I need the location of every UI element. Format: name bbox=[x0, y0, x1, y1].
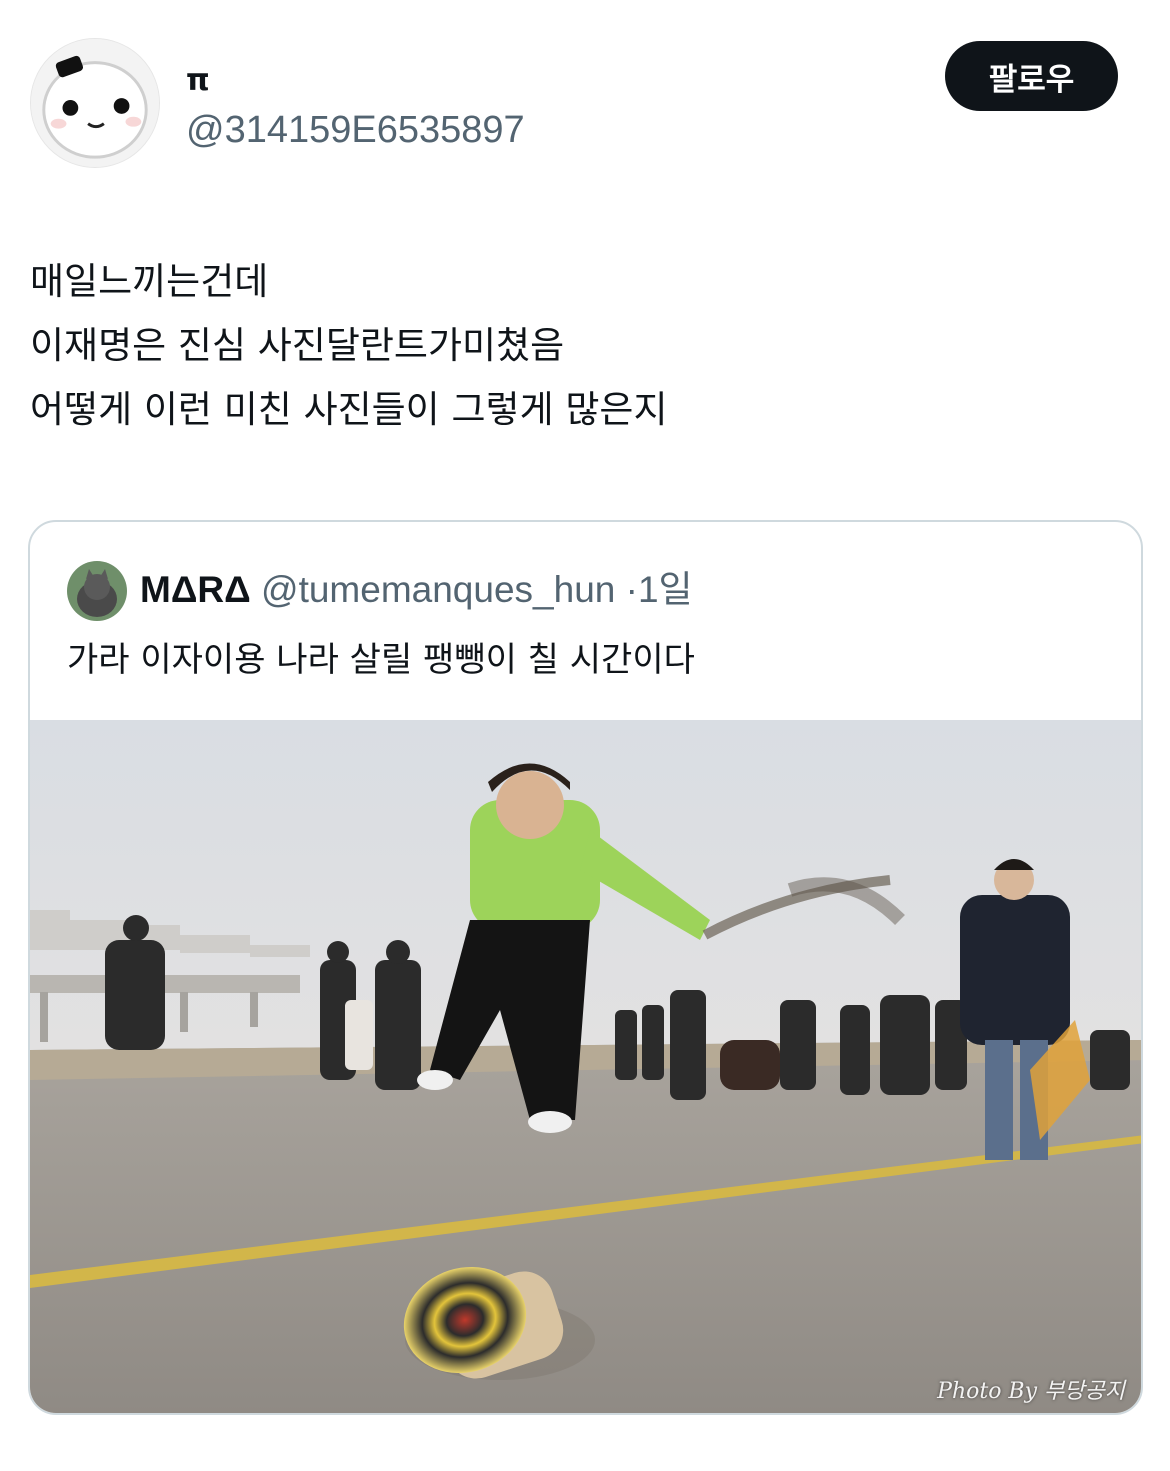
meta-separator: · bbox=[625, 569, 638, 610]
display-name[interactable]: π bbox=[186, 64, 210, 98]
tweet: π @314159E6535897 팔로우 매일느끼는건데 이재명은 진심 사진… bbox=[0, 0, 1170, 1471]
photo-scene bbox=[30, 720, 1141, 1413]
tweet-line: 이재명은 진심 사진달란트가미쳤음 bbox=[30, 324, 565, 367]
quoted-user-avatar[interactable] bbox=[67, 561, 127, 621]
quoted-timestamp[interactable]: 1일 bbox=[638, 569, 693, 610]
quoted-tweet-card[interactable]: MΔRΔ @tumemanques_hun ·1일 가라 이자이용 나라 살릴 … bbox=[28, 520, 1143, 1415]
user-avatar[interactable] bbox=[30, 38, 160, 168]
quoted-display-name[interactable]: MΔRΔ bbox=[140, 569, 251, 610]
quoted-header: MΔRΔ @tumemanques_hun ·1일 bbox=[140, 566, 693, 614]
cat-avatar-icon bbox=[67, 561, 127, 621]
quoted-text: 가라 이자이용 나라 살릴 팽뺑이 칠 시간이다 bbox=[67, 640, 695, 680]
quoted-photo[interactable]: Photo By 부당공지 bbox=[30, 720, 1141, 1413]
photo-watermark: Photo By 부당공지 bbox=[937, 1379, 1125, 1404]
user-handle[interactable]: @314159E6535897 bbox=[186, 108, 525, 152]
tweet-line: 매일느끼는건데 bbox=[30, 260, 269, 303]
tweet-line: 어떻게 이런 미친 사진들이 그렇게 많은지 bbox=[30, 388, 668, 431]
tweet-text: 매일느끼는건데 이재명은 진심 사진달란트가미쳤음 어떻게 이런 미친 사진들이… bbox=[30, 250, 668, 442]
quoted-handle[interactable]: @tumemanques_hun bbox=[261, 569, 615, 610]
avatar-face-icon bbox=[31, 39, 159, 167]
follow-button[interactable]: 팔로우 bbox=[945, 41, 1118, 111]
